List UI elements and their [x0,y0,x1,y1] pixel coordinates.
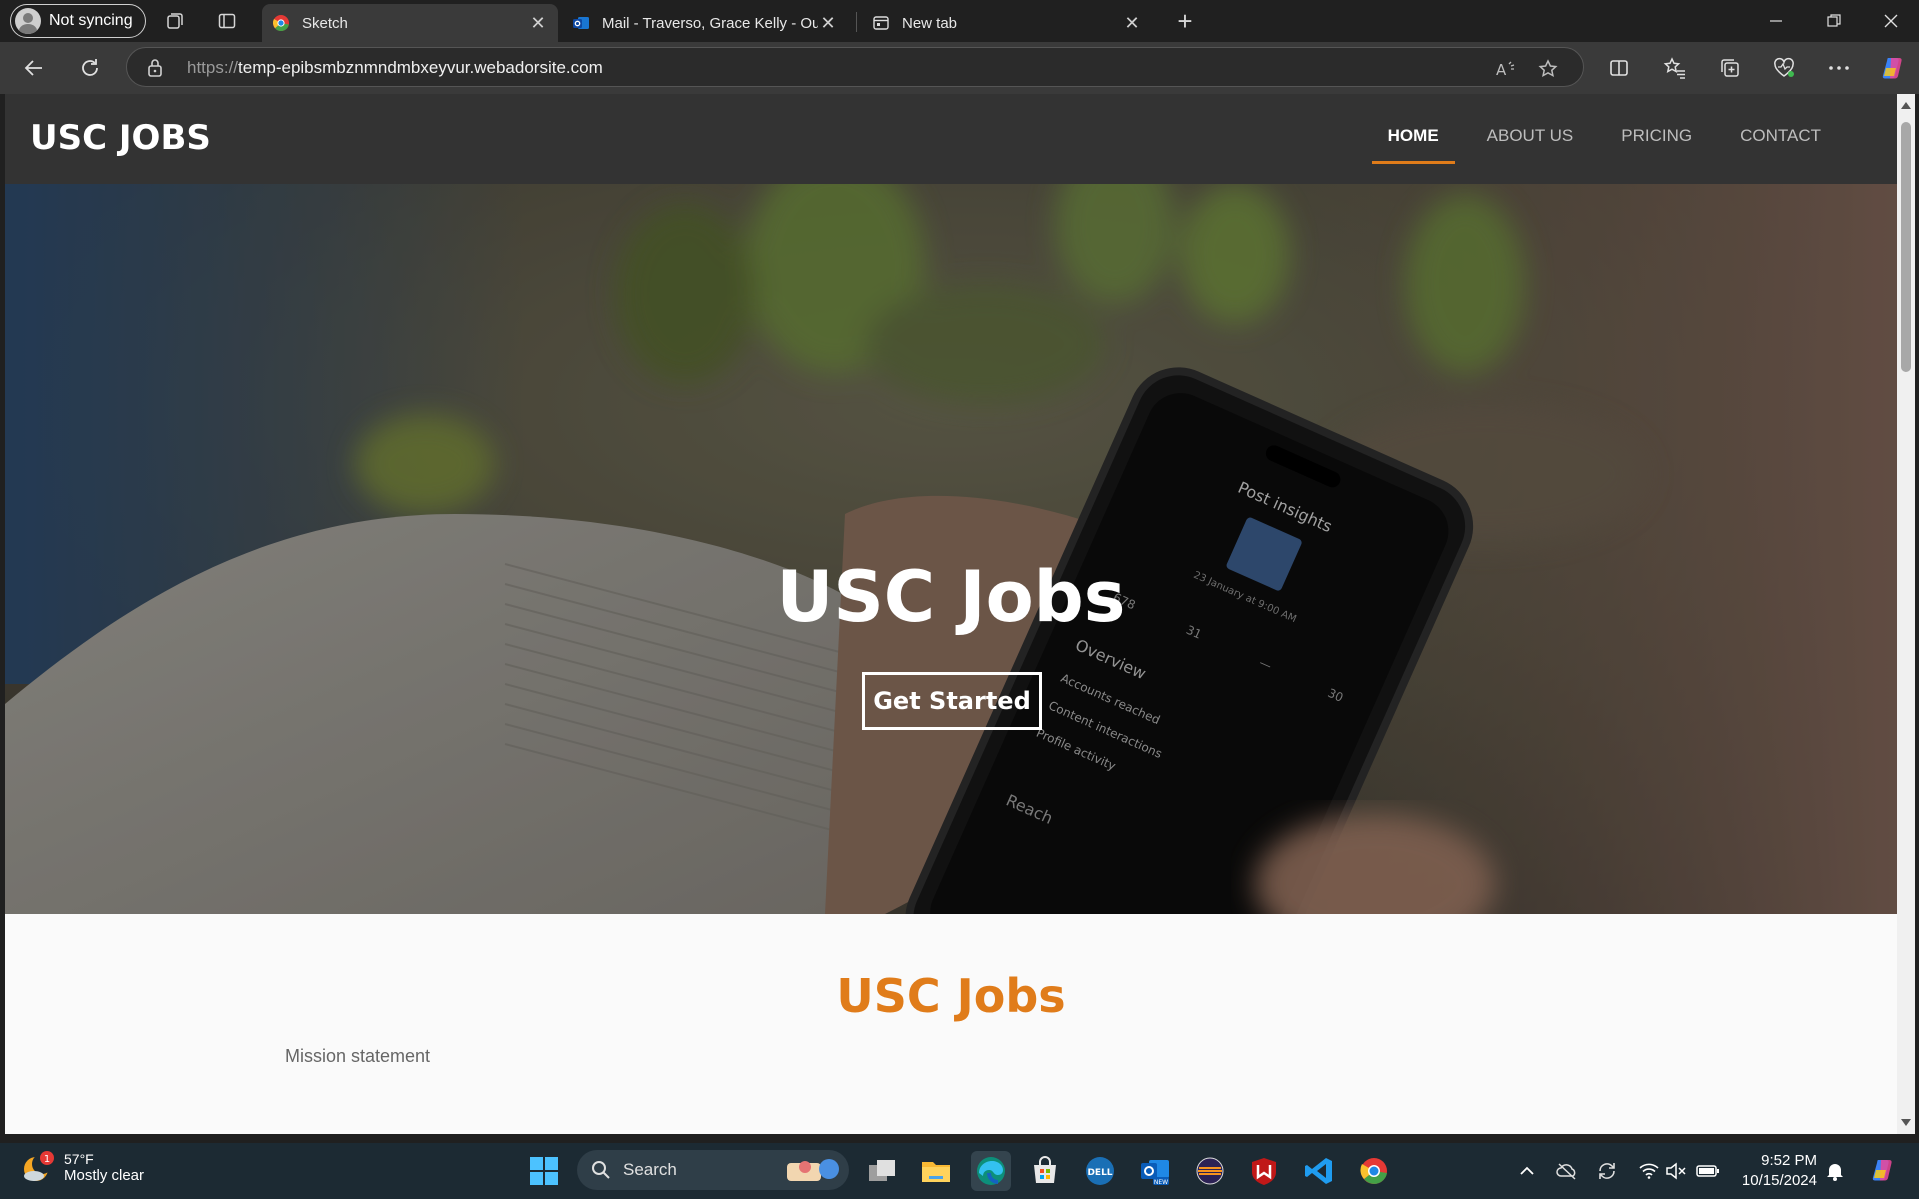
browser-toolbar: https://temp-epibsmbznmndmbxeyvur.webado… [0,42,1919,94]
get-started-button[interactable]: Get Started [862,672,1042,730]
browser-essentials-icon[interactable] [1770,54,1798,82]
volume-muted-icon[interactable] [1662,1155,1690,1187]
onedrive-offline-icon[interactable] [1553,1155,1581,1187]
search-highlight-icon [787,1159,839,1181]
tab-divider [856,12,857,32]
outlook-favicon-icon [573,17,589,29]
profile-button[interactable]: Not syncing [10,4,146,38]
tab-strip: Not syncing Sketch ✕ Mail - Traverso, Gr… [0,0,1919,42]
close-tab-icon[interactable]: ✕ [528,13,548,34]
chrome-icon[interactable] [1354,1151,1394,1191]
battery-icon[interactable] [1694,1155,1722,1187]
close-tab-icon[interactable]: ✕ [818,13,838,34]
windows-taskbar: 1 57°F Mostly clear Search DELL NEW 9:52… [0,1143,1919,1199]
favorites-icon[interactable] [1661,54,1689,82]
nav-pricing[interactable]: PRICING [1605,122,1708,164]
search-placeholder: Search [623,1160,677,1179]
nav-home[interactable]: HOME [1371,122,1455,164]
task-view-icon[interactable] [862,1151,902,1191]
weather-temp: 57°F [64,1150,94,1167]
tab-new-tab[interactable]: New tab ✕ [862,4,1152,42]
svg-text:NEW: NEW [1154,1179,1168,1186]
hero-background-image: Post insights 23 January at 9:00 AM 678 … [5,184,1897,914]
page-scrollbar[interactable] [1897,94,1915,1134]
notification-bell-icon[interactable] [1821,1155,1849,1187]
lock-icon[interactable] [147,58,163,83]
hero-banner: Post insights 23 January at 9:00 AM 678 … [5,184,1897,914]
wifi-icon[interactable] [1635,1155,1663,1187]
weather-moon-icon: 1 [18,1149,54,1185]
site-nav: HOME ABOUT US PRICING CONTACT [1356,122,1837,164]
mcafee-icon[interactable] [1244,1151,1284,1191]
dell-icon[interactable]: DELL [1080,1151,1120,1191]
start-windows-icon[interactable] [524,1151,564,1191]
split-screen-icon[interactable] [1605,54,1633,82]
svg-text:A: A [1496,61,1507,78]
refresh-icon[interactable] [76,54,104,82]
taskbar-clock[interactable]: 9:52 PM 10/15/2024 [1735,1151,1817,1191]
weather-condition: Mostly clear [64,1166,145,1184]
scroll-down-icon[interactable] [1901,1119,1911,1126]
tab-title: Sketch [302,14,348,32]
search-icon [592,1161,610,1179]
outlook-new-icon[interactable]: NEW [1135,1151,1175,1191]
address-bar[interactable]: https://temp-epibsmbznmndmbxeyvur.webado… [126,47,1584,87]
weather-badge: 1 [44,1154,50,1165]
copilot-icon[interactable] [1879,54,1907,82]
new-tab-favicon-icon [873,16,889,30]
weather-widget[interactable]: 1 57°F Mostly clear [18,1149,144,1185]
url-text[interactable]: https://temp-epibsmbznmndmbxeyvur.webado… [187,58,603,78]
edge-browser-icon[interactable] [971,1151,1011,1191]
copilot-taskbar-icon[interactable] [1864,1155,1904,1187]
nav-contact[interactable]: CONTACT [1724,122,1837,164]
tab-sketch[interactable]: Sketch ✕ [262,4,558,42]
workspaces-icon[interactable] [163,9,187,33]
tab-mail[interactable]: Mail - Traverso, Grace Kelly - Outl ✕ [562,4,848,42]
clock-date: 10/15/2024 [1741,1172,1817,1189]
site-logo[interactable]: USC JOBS [30,118,211,158]
sync-icon[interactable] [1593,1155,1621,1187]
show-hidden-icons-icon[interactable] [1513,1155,1541,1187]
back-icon[interactable] [20,54,48,82]
hero-title: USC Jobs [776,556,1126,638]
url-scheme: https:// [187,58,239,77]
new-tab-plus-icon[interactable]: + [1173,6,1197,36]
file-explorer-icon[interactable] [916,1151,956,1191]
close-window-icon[interactable] [1863,0,1919,42]
clock-time: 9:52 PM [1761,1152,1817,1169]
restore-icon[interactable] [1806,0,1862,42]
collections-icon[interactable] [1716,54,1744,82]
read-aloud-icon[interactable]: A [1495,58,1517,80]
section-title: USC Jobs [836,969,1066,1023]
svg-text:DELL: DELL [1087,1168,1112,1178]
tab-title: Mail - Traverso, Grace Kelly - Outl [602,14,818,32]
minimize-icon[interactable] [1748,0,1804,42]
chrome-favicon-icon [272,15,289,31]
eclipse-icon[interactable] [1190,1151,1230,1191]
favorite-star-icon[interactable] [1537,58,1559,80]
microsoft-store-icon[interactable] [1025,1151,1065,1191]
nav-about-us[interactable]: ABOUT US [1471,122,1590,164]
scroll-up-icon[interactable] [1901,102,1911,109]
taskbar-search[interactable]: Search [577,1150,849,1190]
vscode-icon[interactable] [1299,1151,1339,1191]
browser-window: Not syncing Sketch ✕ Mail - Traverso, Gr… [0,0,1919,1143]
profile-label: Not syncing [49,12,133,29]
mission-statement: Mission statement [285,1046,431,1066]
more-options-icon[interactable] [1825,54,1853,82]
tab-title: New tab [902,14,958,32]
web-page: USC JOBS HOME ABOUT US PRICING CONTACT P… [5,94,1897,1134]
tab-actions-icon[interactable] [215,9,239,33]
site-header: USC JOBS HOME ABOUT US PRICING CONTACT [5,94,1897,184]
url-host: temp-epibsmbznmndmbxeyvur.webadorsite.co… [238,58,603,77]
avatar [15,8,41,34]
close-tab-icon[interactable]: ✕ [1122,13,1142,34]
scrollbar-thumb[interactable] [1901,122,1911,372]
